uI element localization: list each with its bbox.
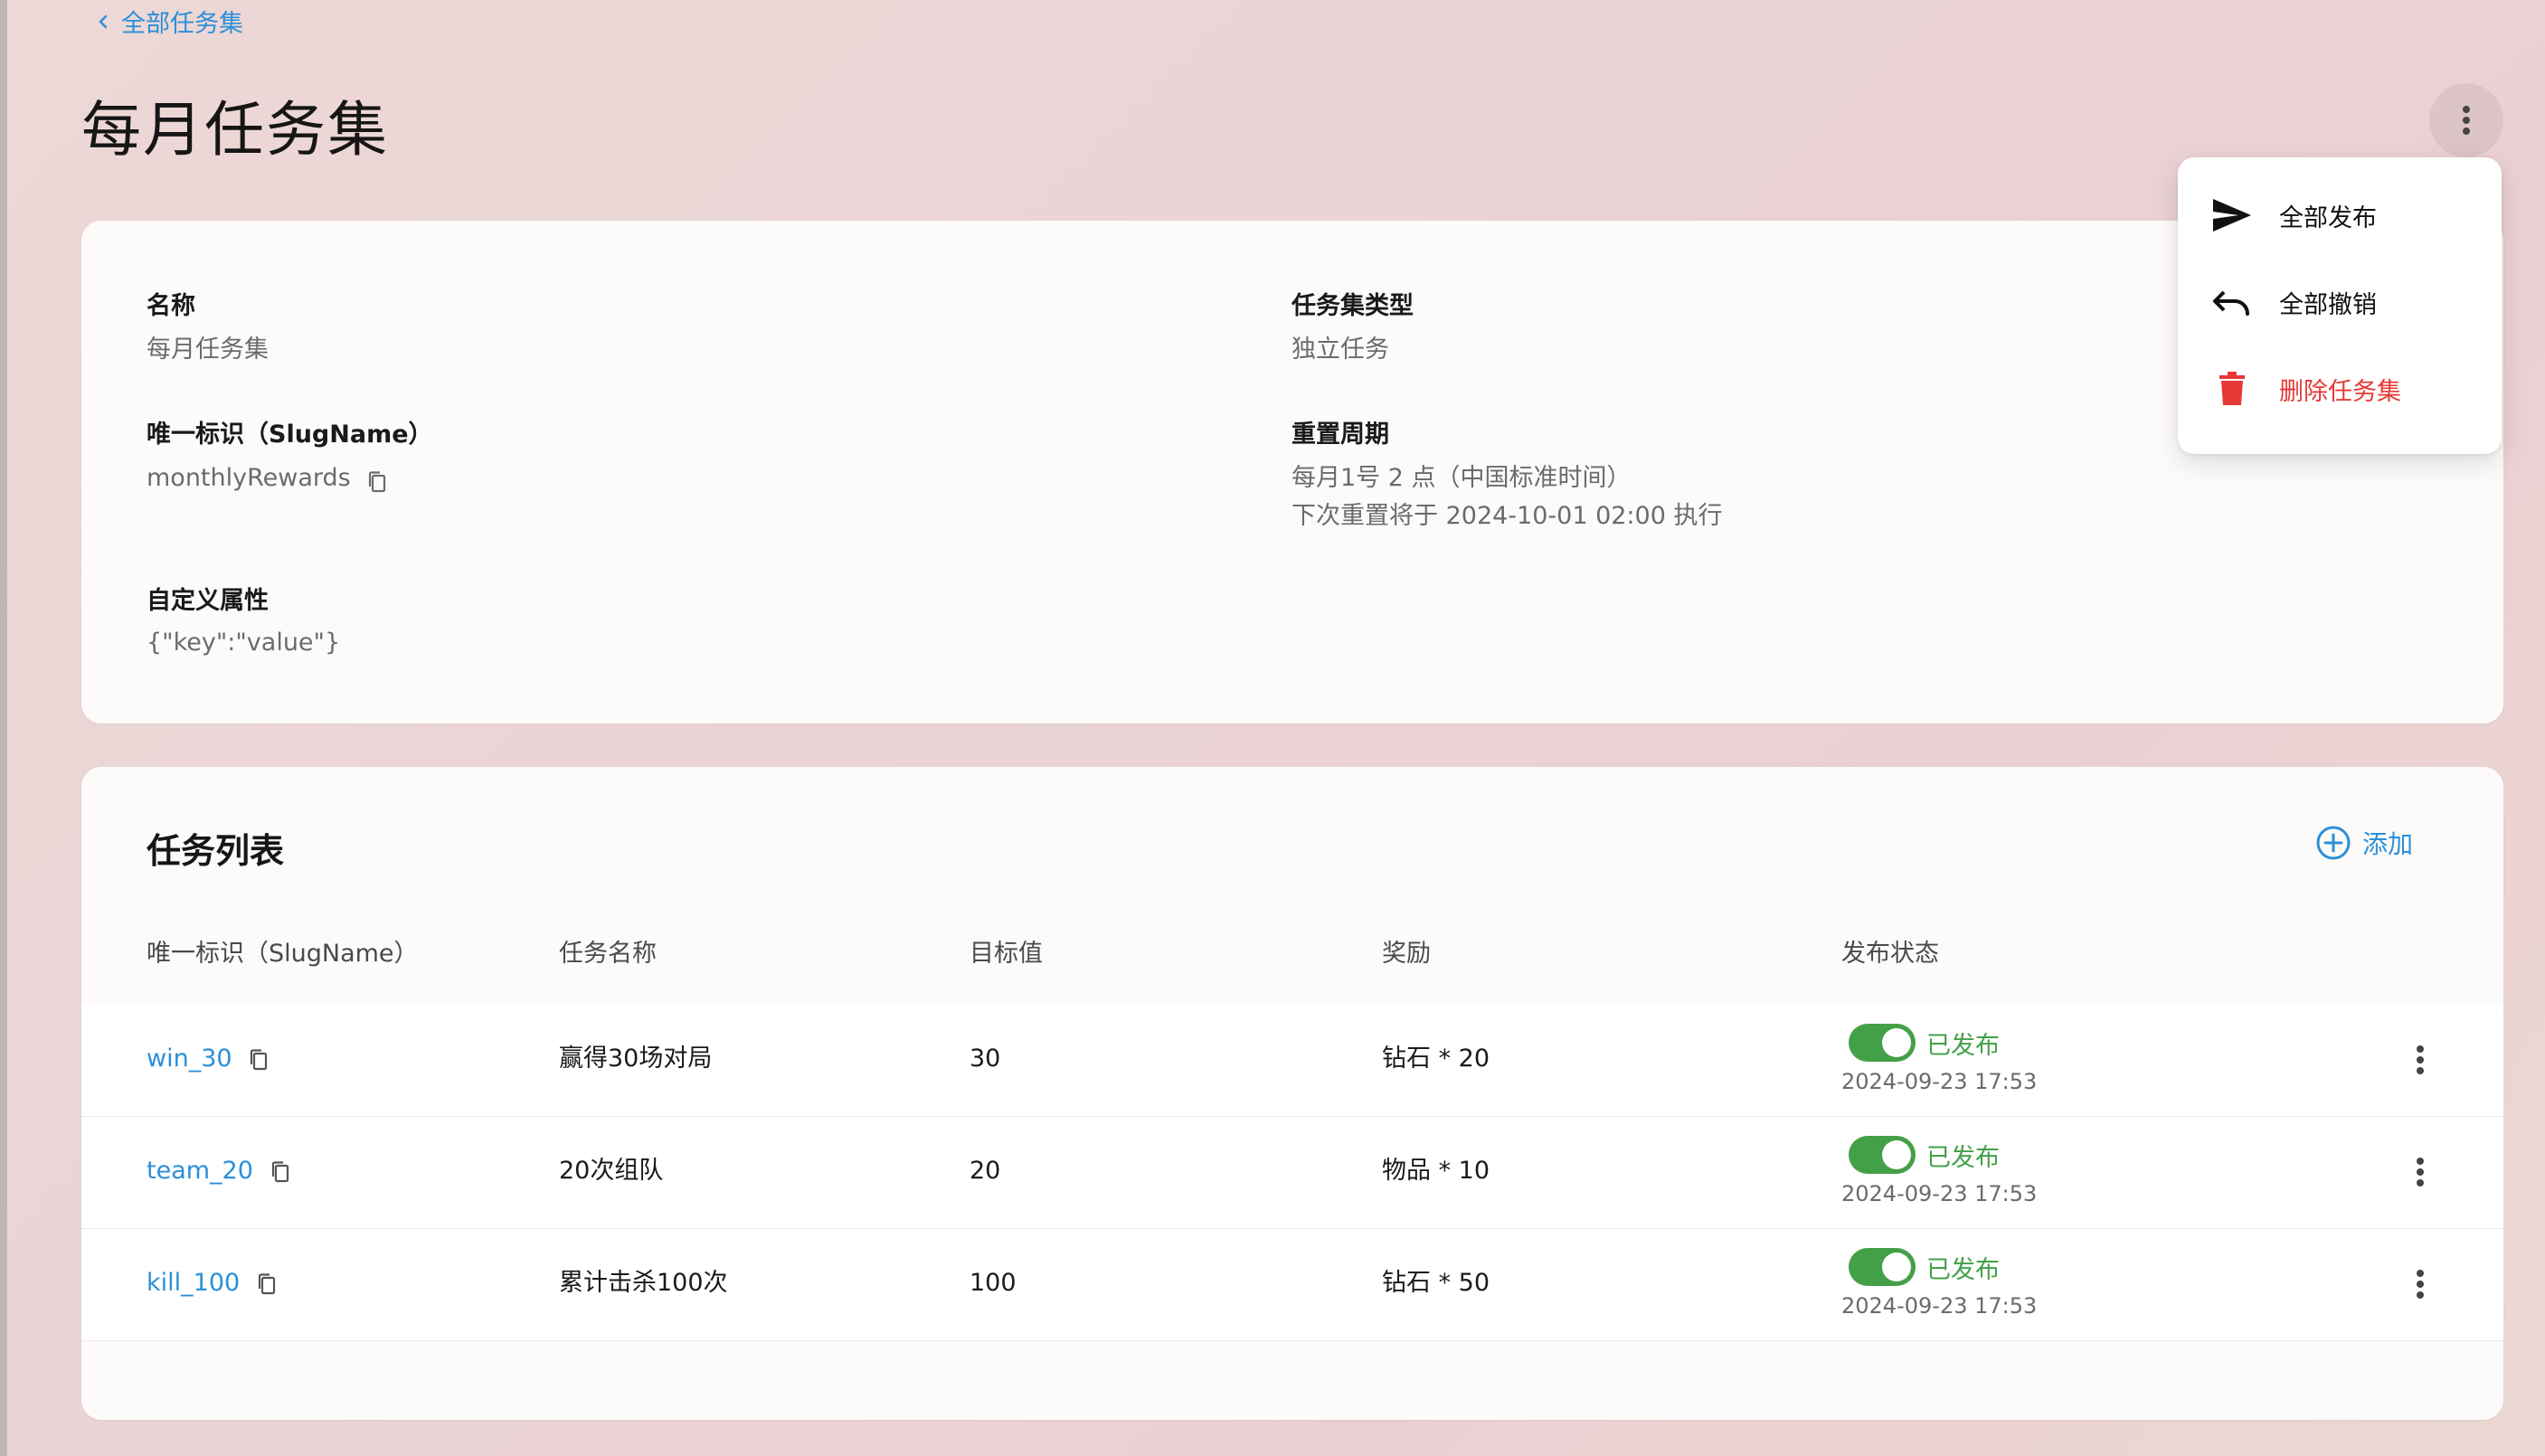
name-value: 每月任务集 <box>147 336 269 364</box>
copy-icon[interactable] <box>270 1160 290 1184</box>
breadcrumb[interactable]: 全部任务集 <box>96 4 243 39</box>
custom-attr-label: 自定义属性 <box>147 587 269 615</box>
row-target: 100 <box>970 1269 1017 1297</box>
column-header-slug: 唯一标识（SlugName） <box>147 940 419 968</box>
more-vertical-icon <box>2463 106 2470 135</box>
row-more-button[interactable] <box>2402 1154 2438 1190</box>
window-edge <box>0 0 7 1456</box>
table-row: team_20 20次组队 20 物品 * 10 已发布 2024-09-23 … <box>81 1116 2503 1229</box>
row-reward: 钻石 * 50 <box>1382 1269 1490 1297</box>
copy-icon[interactable] <box>257 1272 277 1296</box>
publish-toggle[interactable] <box>1849 1248 1916 1286</box>
page-title: 每月任务集 <box>81 95 389 165</box>
status-time: 2024-09-23 17:53 <box>1841 1181 2038 1206</box>
task-list-card: 任务列表 添加 唯一标识（SlugName） 任务名称 目标值 奖励 发布状态 … <box>81 767 2503 1420</box>
trash-icon <box>2210 367 2254 411</box>
copy-icon[interactable] <box>367 468 387 492</box>
slug-value: monthlyRewards <box>147 464 351 492</box>
status-text: 已发布 <box>1926 1032 2000 1060</box>
row-more-button[interactable] <box>2402 1042 2438 1078</box>
row-reward: 物品 * 10 <box>1382 1157 1490 1185</box>
row-more-button[interactable] <box>2402 1266 2438 1302</box>
reset-next: 下次重置将于 2024-10-01 02:00 执行 <box>1291 502 1723 530</box>
menu-item-revoke-all[interactable]: 全部撤销 <box>2178 259 2502 345</box>
slug-value-wrap: monthlyRewards <box>147 459 387 497</box>
table-row: kill_100 累计击杀100次 100 钻石 * 50 已发布 2024-0… <box>81 1228 2503 1341</box>
menu-item-delete-taskset[interactable]: 删除任务集 <box>2178 345 2502 432</box>
table-row: win_30 赢得30场对局 30 钻石 * 20 已发布 2024-09-23… <box>81 1004 2503 1117</box>
actions-menu: 全部发布 全部撤销 删除任务集 <box>2178 157 2502 454</box>
add-label: 添加 <box>2362 829 2414 859</box>
breadcrumb-label: 全部任务集 <box>121 10 243 38</box>
menu-item-label: 全部撤销 <box>2279 290 2377 319</box>
row-slug-text: kill_100 <box>147 1269 241 1297</box>
add-task-button[interactable]: 添加 <box>2315 825 2413 861</box>
task-list-title: 任务列表 <box>147 831 285 871</box>
row-slug-text: team_20 <box>147 1157 253 1185</box>
custom-attr-value: {"key":"value"} <box>147 629 341 657</box>
undo-icon <box>2210 280 2254 324</box>
more-actions-button[interactable] <box>2429 83 2503 157</box>
reset-value: 每月1号 2 点（中国标准时间） <box>1291 464 1632 492</box>
copy-icon[interactable] <box>249 1048 269 1072</box>
more-vertical-icon <box>2417 1270 2424 1299</box>
column-header-status: 发布状态 <box>1841 940 1939 968</box>
row-slug-text: win_30 <box>147 1045 232 1073</box>
status-time: 2024-09-23 17:53 <box>1841 1293 2038 1319</box>
status-text: 已发布 <box>1926 1256 2000 1284</box>
row-task-name: 累计击杀100次 <box>559 1269 728 1297</box>
slug-label: 唯一标识（SlugName） <box>147 421 433 449</box>
menu-item-label: 全部发布 <box>2279 203 2377 232</box>
type-label: 任务集类型 <box>1291 292 1414 320</box>
menu-item-publish-all[interactable]: 全部发布 <box>2178 172 2502 259</box>
taskset-details-card: 名称 每月任务集 任务集类型 独立任务 唯一标识（SlugName） month… <box>81 221 2503 723</box>
row-task-name: 20次组队 <box>559 1157 664 1185</box>
more-vertical-icon <box>2417 1045 2424 1074</box>
column-header-target: 目标值 <box>970 940 1043 968</box>
more-vertical-icon <box>2417 1158 2424 1187</box>
row-slug[interactable]: win_30 <box>147 1044 269 1074</box>
toggle-knob <box>1882 1253 1911 1281</box>
send-icon <box>2210 194 2254 237</box>
name-label: 名称 <box>147 292 195 320</box>
row-slug[interactable]: kill_100 <box>147 1268 277 1299</box>
row-task-name: 赢得30场对局 <box>559 1045 713 1073</box>
toggle-knob <box>1882 1140 1911 1169</box>
row-slug[interactable]: team_20 <box>147 1156 290 1187</box>
chevron-left-icon <box>96 14 110 29</box>
row-target: 30 <box>970 1045 1001 1073</box>
menu-item-label: 删除任务集 <box>2279 377 2401 406</box>
column-header-name: 任务名称 <box>559 940 657 968</box>
row-reward: 钻石 * 20 <box>1382 1045 1490 1073</box>
row-target: 20 <box>970 1157 1001 1185</box>
publish-toggle[interactable] <box>1849 1136 1916 1174</box>
column-header-reward: 奖励 <box>1382 940 1431 968</box>
publish-toggle[interactable] <box>1849 1024 1916 1062</box>
status-text: 已发布 <box>1926 1144 2000 1172</box>
add-circle-icon <box>2316 826 2351 860</box>
status-time: 2024-09-23 17:53 <box>1841 1069 2038 1094</box>
reset-label: 重置周期 <box>1291 421 1389 449</box>
task-table: win_30 赢得30场对局 30 钻石 * 20 已发布 2024-09-23… <box>81 1004 2503 1341</box>
type-value: 独立任务 <box>1291 336 1389 364</box>
toggle-knob <box>1882 1028 1911 1057</box>
